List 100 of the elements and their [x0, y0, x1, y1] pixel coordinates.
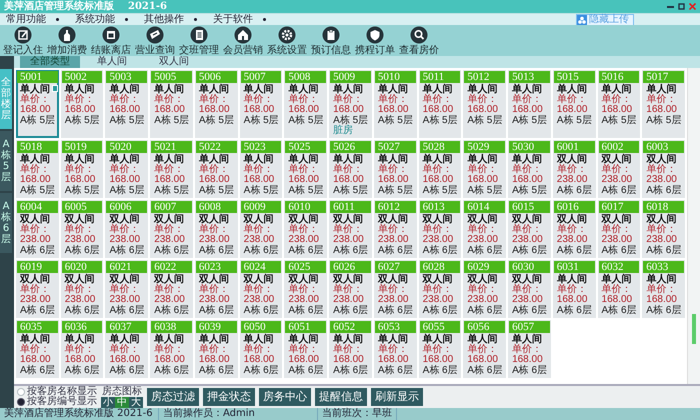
room-card[interactable]: 5010 单人间 单价：168.00 A栋 5层: [374, 70, 417, 138]
room-card[interactable]: 6019 双人间 单价：238.00 A栋 6层: [16, 260, 59, 318]
room-card[interactable]: 5008 单人间 单价：168.00 A栋 5层: [284, 70, 328, 138]
room-card[interactable]: 6016 双人间 单价：238.00 A栋 6层: [552, 200, 596, 258]
floor-tab[interactable]: A栋5层: [0, 131, 12, 191]
toolbar-button[interactable]: 交班管理: [178, 26, 220, 56]
toolbar-button[interactable]: 增加消费: [46, 26, 88, 56]
room-card[interactable]: 6009 双人间 单价：238.00 A栋 6层: [240, 200, 282, 258]
room-card[interactable]: 5009 单人间 单价：168.00 A栋 5层 脏房: [329, 70, 372, 138]
room-card[interactable]: 6005 双人间 单价：238.00 A栋 6层: [60, 200, 104, 258]
room-card[interactable]: 6033 单人间 单价：168.00 A栋 6层: [642, 260, 685, 318]
room-card[interactable]: 5019 单人间 单价：168.00 A栋 5层: [60, 140, 104, 198]
room-card[interactable]: 6017 双人间 单价：238.00 A栋 6层: [598, 200, 640, 258]
action-button[interactable]: 提醒信息: [315, 388, 367, 406]
action-button[interactable]: 押金状态: [203, 388, 255, 406]
room-type-tab[interactable]: 双人间: [144, 56, 204, 68]
room-card[interactable]: 6052 单人间 单价：168.00 A栋 6层: [329, 320, 372, 378]
toolbar-button[interactable]: 查看房价: [398, 26, 440, 56]
room-card[interactable]: 5015 单人间 单价：168.00 A栋 5层: [552, 70, 596, 138]
room-card[interactable]: 6056 单人间 单价：168.00 A栋 6层: [463, 320, 506, 378]
room-card[interactable]: 6023 双人间 单价：238.00 A栋 6层: [194, 260, 238, 318]
room-card[interactable]: 6010 双人间 单价：238.00 A栋 6层: [284, 200, 328, 258]
room-card[interactable]: 6027 双人间 单价：238.00 A栋 6层: [374, 260, 417, 318]
room-card[interactable]: 6030 双人间 单价：238.00 A栋 6层: [508, 260, 551, 318]
room-location: A栋 6层: [198, 305, 234, 316]
room-card[interactable]: 5012 单人间 单价：168.00 A栋 5层: [463, 70, 506, 138]
room-card[interactable]: 5005 单人间 单价：168.00 A栋 5层: [150, 70, 193, 138]
room-card[interactable]: 6003 双人间 单价：238.00 A栋 6层: [642, 140, 685, 198]
room-card[interactable]: 5013 单人间 单价：168.00 A栋 5层: [508, 70, 551, 138]
room-card[interactable]: 6031 单人间 单价：168.00 A栋 6层: [552, 260, 596, 318]
size-button[interactable]: 小: [101, 396, 115, 408]
room-card[interactable]: 5006 单人间 单价：168.00 A栋 5层: [194, 70, 238, 138]
room-card[interactable]: 5030 单人间 单价：168.00 A栋 5层: [508, 140, 551, 198]
room-card[interactable]: 6024 双人间 单价：238.00 A栋 6层: [240, 260, 282, 318]
room-card[interactable]: 6037 单人间 单价：168.00 A栋 6层: [105, 320, 148, 378]
toolbar-button[interactable]: 营业查询: [134, 26, 176, 56]
room-card[interactable]: 5007 单人间 单价：168.00 A栋 5层: [240, 70, 282, 138]
room-card[interactable]: 5026 单人间 单价：168.00 A栋 5层: [329, 140, 372, 198]
room-card[interactable]: 6026 双人间 单价：238.00 A栋 6层: [329, 260, 372, 318]
room-card[interactable]: 6001 双人间 单价：238.00 A栋 6层: [552, 140, 596, 198]
room-type-tab[interactable]: 全部类型: [20, 56, 80, 68]
toolbar-button[interactable]: 结账离店: [90, 26, 132, 56]
room-card[interactable]: 6051 单人间 单价：168.00 A栋 6层: [284, 320, 328, 378]
toolbar-button[interactable]: 携程订单: [354, 26, 396, 56]
action-button[interactable]: 刷新显示: [371, 388, 423, 406]
action-button[interactable]: 房态过滤: [147, 388, 199, 406]
room-card[interactable]: 6022 双人间 单价：238.00 A栋 6层: [150, 260, 193, 318]
room-card[interactable]: 5028 单人间 单价：168.00 A栋 5层: [418, 140, 462, 198]
room-card[interactable]: 6029 双人间 单价：238.00 A栋 6层: [463, 260, 506, 318]
menu-item[interactable]: 其他操作: [144, 14, 184, 25]
room-card[interactable]: 6035 单人间 单价：168.00 A栋 6层: [16, 320, 59, 378]
size-button[interactable]: 大: [129, 396, 143, 408]
room-card[interactable]: 6002 双人间 单价：238.00 A栋 6层: [598, 140, 640, 198]
room-card[interactable]: 5029 单人间 单价：168.00 A栋 5层: [463, 140, 506, 198]
menu-item[interactable]: 关于软件: [213, 14, 253, 25]
room-card[interactable]: 6013 双人间 单价：238.00 A栋 6层: [418, 200, 462, 258]
size-button[interactable]: 中: [115, 396, 129, 408]
room-card[interactable]: 5023 单人间 单价：168.00 A栋 5层: [240, 140, 282, 198]
floor-tab[interactable]: A栋6层: [0, 193, 12, 253]
room-card[interactable]: 5011 单人间 单价：168.00 A栋 5层: [418, 70, 462, 138]
room-card[interactable]: 5022 单人间 单价：168.00 A栋 5层: [194, 140, 238, 198]
room-card[interactable]: 5020 单人间 单价：168.00 A栋 5层: [105, 140, 148, 198]
room-card[interactable]: 6021 双人间 单价：238.00 A栋 6层: [105, 260, 148, 318]
room-card[interactable]: 5017 单人间 单价：168.00 A栋 5层: [642, 70, 685, 138]
room-card[interactable]: 6012 双人间 单价：238.00 A栋 6层: [374, 200, 417, 258]
room-card[interactable]: 6007 双人间 单价：238.00 A栋 6层: [150, 200, 193, 258]
room-card[interactable]: 5018 单人间 单价：168.00 A栋 5层: [16, 140, 59, 198]
room-card[interactable]: 6006 双人间 单价：238.00 A栋 6层: [105, 200, 148, 258]
room-card[interactable]: 6015 双人间 单价：238.00 A栋 6层: [508, 200, 551, 258]
room-card[interactable]: 5001 单人间 单价：168.00 A栋 5层: [16, 70, 59, 138]
room-card[interactable]: 5027 单人间 单价：168.00 A栋 5层: [374, 140, 417, 198]
menu-item[interactable]: 系统功能: [75, 14, 115, 25]
room-card[interactable]: 6038 单人间 单价：168.00 A栋 6层: [150, 320, 193, 378]
room-type-tab[interactable]: 单人间: [82, 56, 142, 68]
room-card[interactable]: 5021 单人间 单价：168.00 A栋 5层: [150, 140, 193, 198]
room-card[interactable]: 6053 单人间 单价：168.00 A栋 6层: [374, 320, 417, 378]
action-button[interactable]: 房务中心: [259, 388, 311, 406]
room-card[interactable]: 6055 单人间 单价：168.00 A栋 6层: [418, 320, 462, 378]
room-card[interactable]: 5016 单人间 单价：168.00 A栋 5层: [598, 70, 640, 138]
toolbar-button[interactable]: 预订信息: [310, 26, 352, 56]
room-card[interactable]: 6004 双人间 单价：238.00 A栋 6层: [16, 200, 59, 258]
room-card[interactable]: 6008 双人间 单价：238.00 A栋 6层: [194, 200, 238, 258]
room-card[interactable]: 6018 双人间 单价：238.00 A栋 6层: [642, 200, 685, 258]
toolbar-button[interactable]: 登记入住: [2, 26, 44, 56]
room-card[interactable]: 6050 单人间 单价：168.00 A栋 6层: [240, 320, 282, 378]
room-card[interactable]: 6028 双人间 单价：238.00 A栋 6层: [418, 260, 462, 318]
room-card[interactable]: 6039 单人间 单价：168.00 A栋 6层: [194, 320, 238, 378]
room-card[interactable]: 6032 单人间 单价：168.00 A栋 6层: [598, 260, 640, 318]
room-card[interactable]: 6020 双人间 单价：238.00 A栋 6层: [60, 260, 104, 318]
room-card[interactable]: 6057 单人间 单价：168.00 A栋 6层: [508, 320, 551, 378]
toolbar-button[interactable]: 会员营销: [222, 26, 264, 56]
room-card[interactable]: 5002 单人间 单价：168.00 A栋 5层: [60, 70, 104, 138]
toolbar-button[interactable]: 系统设置: [266, 26, 308, 56]
room-card[interactable]: 6025 双人间 单价：238.00 A栋 6层: [284, 260, 328, 318]
room-card[interactable]: 6014 双人间 单价：238.00 A栋 6层: [463, 200, 506, 258]
room-card[interactable]: 5025 单人间 单价：168.00 A栋 5层: [284, 140, 328, 198]
menu-item[interactable]: 常用功能: [6, 14, 46, 25]
room-card[interactable]: 5003 单人间 单价：168.00 A栋 5层: [105, 70, 148, 138]
room-card[interactable]: 6011 双人间 单价：238.00 A栋 6层: [329, 200, 372, 258]
room-card[interactable]: 6036 单人间 单价：168.00 A栋 6层: [60, 320, 104, 378]
